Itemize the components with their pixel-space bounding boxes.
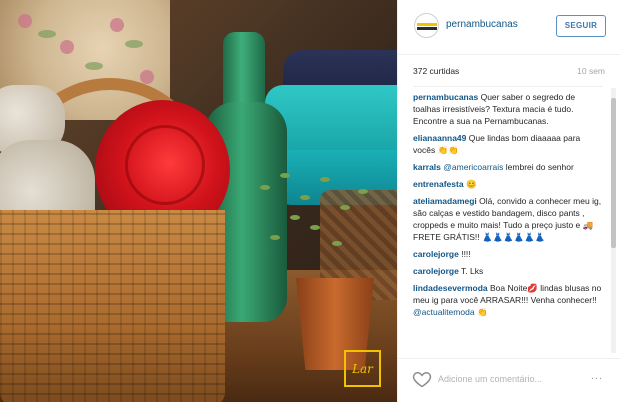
flower-decoration (140, 70, 154, 84)
comment-text: 😊 (465, 179, 477, 189)
comment-mention[interactable]: @actualitemoda (413, 307, 475, 317)
more-options-icon[interactable]: ... (586, 370, 608, 384)
post-header: pernambucanas SEGUIR (398, 0, 620, 55)
comment-user[interactable]: ateliamadamegi (413, 196, 477, 206)
comment-text: !!!! (461, 249, 471, 259)
avatar-stripe (417, 27, 437, 30)
basket-body (0, 210, 225, 402)
leaf-decoration (85, 62, 103, 70)
comment-user[interactable]: carolejorge (413, 249, 459, 259)
comment-user[interactable]: lindadesevermoda (413, 283, 488, 293)
comment-user[interactable]: karrals (413, 162, 441, 172)
comment-caption: pernambucanas Quer saber o segredo de to… (413, 91, 603, 127)
avatar-stripe (417, 23, 437, 26)
list-item: elianaanna49 Que lindas bom diaaaaa para… (413, 132, 603, 156)
comment-footer: ... (398, 358, 620, 402)
leaf-decoration (125, 40, 143, 48)
red-towel-roll (125, 125, 205, 205)
comment-list: pernambucanas Quer saber o segredo de to… (413, 86, 603, 354)
comments-scrollbar[interactable] (611, 88, 616, 353)
post-time[interactable]: 10 sem (577, 66, 605, 76)
comment-emoji: 👏 (476, 307, 488, 317)
list-item: karrals @americoarrais lembrei do senhor (413, 161, 603, 173)
comment-text: lembrei do senhor (505, 162, 574, 172)
list-item: ateliamadamegi Olá, convido a conhecer m… (413, 195, 603, 243)
heart-outline-icon[interactable] (412, 369, 432, 389)
list-item: carolejorge T. Lks (413, 265, 603, 277)
likes-count[interactable]: 372 curtidas (413, 66, 459, 76)
comment-user[interactable]: entrenafesta (413, 179, 464, 189)
list-item: lindadesevermoda Boa Noite💋 lindas blusa… (413, 282, 603, 318)
comment-text: T. Lks (461, 266, 484, 276)
post-stats: 372 curtidas 10 sem (413, 66, 605, 76)
follow-button[interactable]: SEGUIR (556, 15, 606, 37)
avatar[interactable] (414, 13, 439, 38)
list-item: carolejorge !!!! (413, 248, 603, 260)
post-photo[interactable]: Lar (0, 0, 397, 402)
flower-decoration (18, 14, 32, 28)
comment-user[interactable]: elianaanna49 (413, 133, 466, 143)
lar-brand-logo: Lar (344, 350, 381, 387)
list-item: entrenafesta 😊 (413, 178, 603, 190)
brand-logo-text: Lar (352, 361, 373, 376)
flower-decoration (60, 40, 74, 54)
potted-plant (240, 155, 380, 285)
comment-user[interactable]: pernambucanas (413, 92, 478, 102)
comment-input[interactable] (438, 371, 573, 387)
leaf-decoration (38, 30, 56, 38)
comment-mention[interactable]: @americoarrais (443, 162, 503, 172)
post-info-panel: pernambucanas SEGUIR 372 curtidas 10 sem… (397, 0, 620, 402)
scrollbar-thumb[interactable] (611, 98, 616, 248)
flower-decoration (110, 18, 124, 32)
wicker-basket (0, 78, 230, 402)
account-username[interactable]: pernambucanas (446, 19, 518, 30)
comment-user[interactable]: carolejorge (413, 266, 459, 276)
